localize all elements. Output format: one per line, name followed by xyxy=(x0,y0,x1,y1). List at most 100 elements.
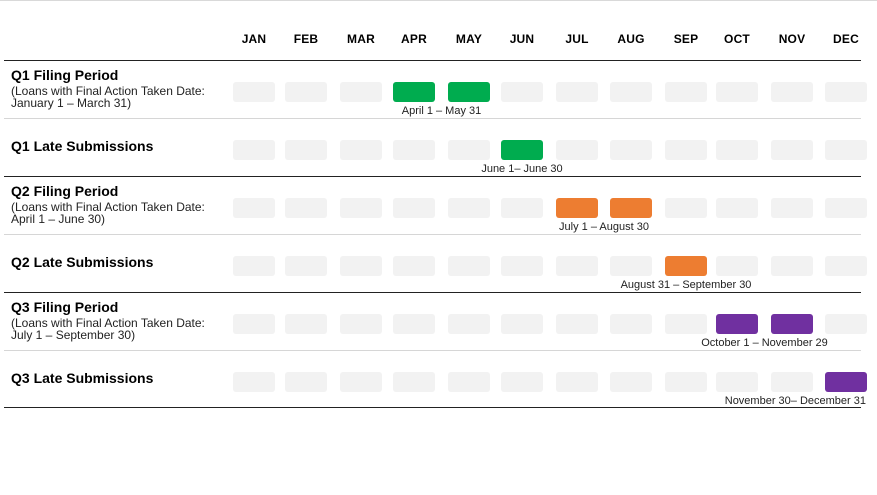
date-range-label: November 30– December 31 xyxy=(724,395,866,407)
cell-apr xyxy=(393,256,435,276)
month-jan: JAN xyxy=(241,32,267,46)
cell-feb xyxy=(285,256,327,276)
section-divider xyxy=(4,176,861,177)
section-divider xyxy=(4,60,861,61)
cell-nov xyxy=(771,140,813,160)
cell-may-active xyxy=(448,82,490,102)
row-divider xyxy=(4,234,861,235)
month-may: MAY xyxy=(455,32,483,46)
cell-may xyxy=(448,372,490,392)
cell-jan xyxy=(233,140,275,160)
month-sep: SEP xyxy=(673,32,699,46)
cell-oct xyxy=(716,372,758,392)
cell-jan xyxy=(233,314,275,334)
cell-mar xyxy=(340,198,382,218)
date-range-label: June 1– June 30 xyxy=(481,163,563,175)
cell-may xyxy=(448,256,490,276)
cell-apr-active xyxy=(393,82,435,102)
cell-may xyxy=(448,140,490,160)
month-feb: FEB xyxy=(293,32,319,46)
row-title: Q2 Filing Period xyxy=(11,183,119,199)
row-subtitle: (Loans with Final Action Taken Date: Jan… xyxy=(11,84,205,110)
cell-sep-active xyxy=(665,256,707,276)
cell-nov xyxy=(771,198,813,218)
cell-jun-active xyxy=(501,140,543,160)
cell-apr xyxy=(393,140,435,160)
cell-jun xyxy=(501,198,543,218)
cell-jan xyxy=(233,256,275,276)
cell-feb xyxy=(285,82,327,102)
date-range-label: April 1 – May 31 xyxy=(401,105,482,117)
month-header: JAN FEB MAR APR MAY JUN JUL AUG SEP OCT NOV DEC xyxy=(0,32,877,46)
month-jun: JUN xyxy=(509,32,535,46)
cell-may xyxy=(448,198,490,218)
month-nov: NOV xyxy=(778,32,806,46)
cell-dec xyxy=(825,256,867,276)
cell-sep xyxy=(665,140,707,160)
cell-nov-active xyxy=(771,314,813,334)
month-mar: MAR xyxy=(347,32,375,46)
cell-oct xyxy=(716,140,758,160)
cell-aug xyxy=(610,140,652,160)
cell-aug xyxy=(610,314,652,334)
cell-dec xyxy=(825,82,867,102)
cell-nov xyxy=(771,372,813,392)
cell-feb xyxy=(285,198,327,218)
row-divider xyxy=(4,118,861,119)
cell-dec xyxy=(825,140,867,160)
month-jul: JUL xyxy=(565,32,589,46)
cell-sep xyxy=(665,372,707,392)
cell-nov xyxy=(771,82,813,102)
cell-jun xyxy=(501,256,543,276)
cell-jan xyxy=(233,372,275,392)
section-divider xyxy=(4,292,861,293)
cell-dec xyxy=(825,314,867,334)
cell-jul xyxy=(556,314,598,334)
cell-mar xyxy=(340,372,382,392)
cell-oct xyxy=(716,256,758,276)
cell-sep xyxy=(665,198,707,218)
cell-aug xyxy=(610,256,652,276)
cell-apr xyxy=(393,198,435,218)
cell-oct-active xyxy=(716,314,758,334)
row-title: Q2 Late Submissions xyxy=(11,254,154,270)
date-range-label: August 31 – September 30 xyxy=(620,279,752,291)
cell-aug xyxy=(610,372,652,392)
cell-oct xyxy=(716,82,758,102)
top-border xyxy=(0,0,877,1)
cell-apr xyxy=(393,314,435,334)
cell-jan xyxy=(233,82,275,102)
cell-jun xyxy=(501,372,543,392)
date-range-label: October 1 – November 29 xyxy=(701,337,828,349)
row-title: Q1 Late Submissions xyxy=(11,138,154,154)
month-aug: AUG xyxy=(617,32,645,46)
cell-nov xyxy=(771,256,813,276)
cell-mar xyxy=(340,82,382,102)
cell-feb xyxy=(285,140,327,160)
month-dec: DEC xyxy=(833,32,859,46)
cell-mar xyxy=(340,314,382,334)
row-subtitle: (Loans with Final Action Taken Date: Apr… xyxy=(11,200,205,226)
cell-mar xyxy=(340,256,382,276)
cell-feb xyxy=(285,314,327,334)
cell-jun xyxy=(501,82,543,102)
cell-apr xyxy=(393,372,435,392)
cell-oct xyxy=(716,198,758,218)
cell-jul xyxy=(556,82,598,102)
cell-aug xyxy=(610,82,652,102)
cell-may xyxy=(448,314,490,334)
cell-dec-active xyxy=(825,372,867,392)
cell-sep xyxy=(665,314,707,334)
month-oct: OCT xyxy=(724,32,750,46)
month-apr: APR xyxy=(401,32,427,46)
cell-sep xyxy=(665,82,707,102)
cell-aug-active xyxy=(610,198,652,218)
cell-mar xyxy=(340,140,382,160)
cell-jun xyxy=(501,314,543,334)
cell-dec xyxy=(825,198,867,218)
cell-feb xyxy=(285,372,327,392)
cell-jul xyxy=(556,372,598,392)
cell-jul-active xyxy=(556,198,598,218)
cell-jan xyxy=(233,198,275,218)
row-title: Q3 Late Submissions xyxy=(11,370,154,386)
